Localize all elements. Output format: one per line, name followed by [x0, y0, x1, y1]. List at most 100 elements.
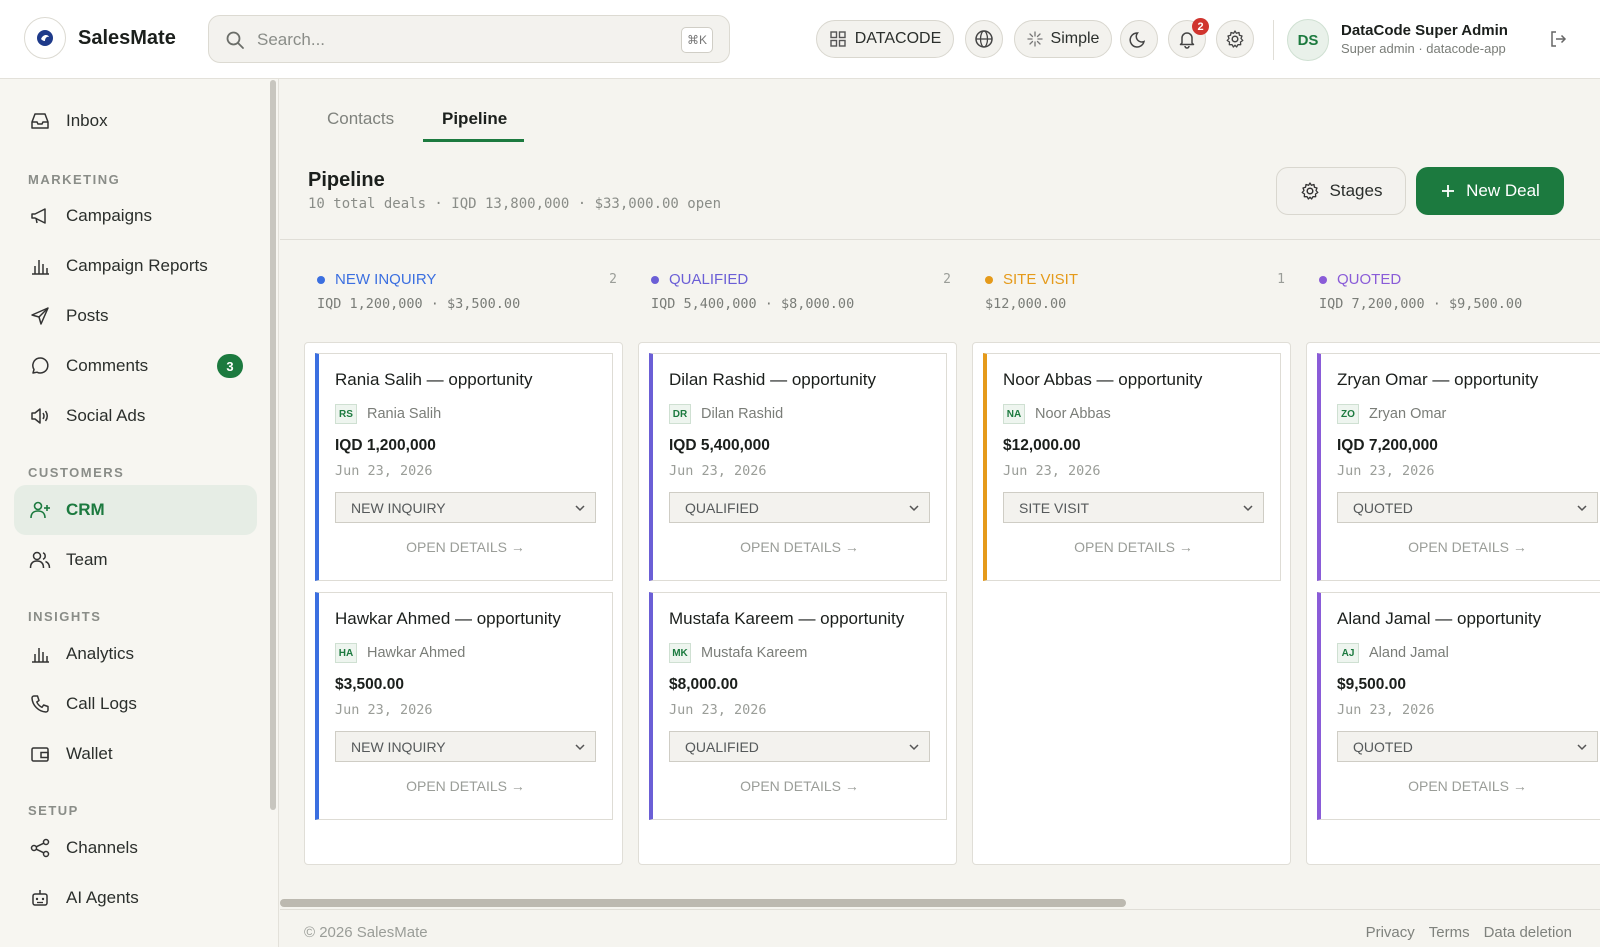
deal-date: Jun 23, 2026: [1337, 702, 1435, 718]
sidebar-item-comments[interactable]: Comments 3: [14, 341, 257, 391]
open-details-link[interactable]: OPEN DETAILS →: [319, 539, 612, 555]
open-details-link[interactable]: OPEN DETAILS →: [1321, 539, 1600, 555]
sidebar-item-label: Team: [66, 550, 108, 569]
copyright-text: © 2026 SalesMate: [304, 924, 428, 941]
notification-badge: 2: [1192, 18, 1209, 35]
deal-date: Jun 23, 2026: [335, 702, 433, 718]
search-placeholder[interactable]: Search...: [257, 30, 325, 50]
stage-select[interactable]: QUALIFIED: [669, 731, 930, 762]
contact-initials: NA: [1003, 404, 1025, 424]
sidebar-item-label: Comments: [66, 356, 149, 375]
stage-name: NEW INQUIRY: [317, 271, 436, 288]
stage-select[interactable]: SITE VISIT: [1003, 492, 1264, 523]
tab-pipeline[interactable]: Pipeline: [442, 109, 507, 129]
deal-amount: IQD 1,200,000: [335, 437, 436, 454]
header-divider: [280, 239, 1600, 240]
tab-contacts[interactable]: Contacts: [327, 109, 394, 129]
deal-date: Jun 23, 2026: [1003, 463, 1101, 479]
sidebar-item-team[interactable]: Team: [14, 535, 257, 585]
footer-link-privacy[interactable]: Privacy: [1366, 924, 1415, 941]
stage-column-quoted: Zryan Omar — opportunity ZO Zryan Omar I…: [1306, 342, 1600, 865]
chevron-down-icon: [1577, 744, 1587, 751]
users-icon: [28, 548, 52, 572]
contact-initials: ZO: [1337, 404, 1359, 424]
deal-title: Rania Salih — opportunity: [335, 370, 533, 389]
sidebar-item-campaign-reports[interactable]: Campaign Reports: [14, 241, 257, 291]
deal-card[interactable]: Mustafa Kareem — opportunity MK Mustafa …: [649, 592, 947, 820]
footer-divider: [280, 909, 1600, 910]
settings-button[interactable]: [1216, 20, 1254, 58]
sidebar-section-insights: INSIGHTS: [28, 609, 102, 624]
sidebar-item-campaigns[interactable]: Campaigns: [14, 191, 257, 241]
brand-logo[interactable]: [24, 17, 66, 59]
notifications-button[interactable]: 2: [1168, 18, 1209, 58]
stage-select[interactable]: QUOTED: [1337, 731, 1598, 762]
deal-title: Mustafa Kareem — opportunity: [669, 609, 905, 628]
wallet-icon: [28, 742, 52, 766]
sidebar-item-posts[interactable]: Posts: [14, 291, 257, 341]
bar-chart-icon: [28, 642, 52, 666]
stage-name: SITE VISIT: [985, 271, 1078, 288]
stage-select[interactable]: NEW INQUIRY: [335, 492, 596, 523]
chevron-down-icon: [1243, 505, 1253, 512]
sidebar-item-crm[interactable]: CRM: [14, 485, 257, 535]
stage-total: IQD 1,200,000 · $3,500.00: [317, 296, 521, 312]
megaphone-icon: [28, 204, 52, 228]
stage-select[interactable]: NEW INQUIRY: [335, 731, 596, 762]
stage-select[interactable]: QUOTED: [1337, 492, 1598, 523]
open-details-link[interactable]: OPEN DETAILS →: [319, 778, 612, 794]
stage-total: IQD 5,400,000 · $8,000.00: [651, 296, 855, 312]
language-button[interactable]: [965, 20, 1003, 58]
open-details-link[interactable]: OPEN DETAILS →: [1321, 778, 1600, 794]
gear-icon: [1226, 30, 1244, 48]
contact-name: Zryan Omar: [1369, 406, 1447, 422]
brand-name: SalesMate: [78, 27, 176, 49]
contact-initials: MK: [669, 643, 691, 663]
stages-button[interactable]: Stages: [1276, 167, 1406, 215]
new-deal-button[interactable]: New Deal: [1416, 167, 1564, 215]
deal-amount: IQD 7,200,000: [1337, 437, 1438, 454]
stage-dot: [1319, 275, 1327, 284]
stage-select[interactable]: QUALIFIED: [669, 492, 930, 523]
sidebar-item-analytics[interactable]: Analytics: [14, 629, 257, 679]
stage-column-qualified: Dilan Rashid — opportunity DR Dilan Rash…: [638, 342, 957, 865]
workspace-button[interactable]: DATACODE: [816, 20, 954, 58]
deal-card[interactable]: Noor Abbas — opportunity NA Noor Abbas $…: [983, 353, 1281, 581]
theme-toggle[interactable]: [1120, 20, 1158, 58]
sidebar-item-label: Posts: [66, 306, 109, 325]
inbox-icon: [28, 109, 52, 133]
send-icon: [28, 304, 52, 328]
sidebar-item-ai-agents[interactable]: AI Agents: [14, 873, 257, 923]
deal-amount: IQD 5,400,000: [669, 437, 770, 454]
sidebar-item-channels[interactable]: Channels: [14, 823, 257, 873]
deal-card[interactable]: Dilan Rashid — opportunity DR Dilan Rash…: [649, 353, 947, 581]
pipeline-horizontal-scrollbar[interactable]: [280, 899, 1126, 907]
sidebar-scrollbar[interactable]: [270, 80, 276, 810]
deal-card[interactable]: Hawkar Ahmed — opportunity HA Hawkar Ahm…: [315, 592, 613, 820]
page-subtitle: 10 total deals · IQD 13,800,000 · $33,00…: [308, 196, 722, 212]
open-details-link[interactable]: OPEN DETAILS →: [653, 778, 946, 794]
footer-link-data-deletion[interactable]: Data deletion: [1484, 924, 1572, 941]
deal-card[interactable]: Aland Jamal — opportunity AJ Aland Jamal…: [1317, 592, 1600, 820]
open-details-link[interactable]: OPEN DETAILS →: [987, 539, 1280, 555]
sidebar-item-label: AI Agents: [66, 888, 139, 907]
deal-card[interactable]: Zryan Omar — opportunity ZO Zryan Omar I…: [1317, 353, 1600, 581]
user-avatar[interactable]: DS: [1287, 19, 1329, 61]
stages-button-label: Stages: [1329, 181, 1383, 200]
sidebar-item-call-logs[interactable]: Call Logs: [14, 679, 257, 729]
logout-icon[interactable]: [1548, 29, 1568, 49]
stage-count: 1: [1277, 272, 1285, 287]
footer-link-terms[interactable]: Terms: [1429, 924, 1470, 941]
sidebar-item-label: Campaign Reports: [66, 256, 208, 275]
stage-column-clip: Zryan Omar — opportunity ZO Zryan Omar I…: [1306, 342, 1600, 865]
sidebar-item-social-ads[interactable]: Social Ads: [14, 391, 257, 441]
search-bar[interactable]: Search... ⌘K: [208, 15, 730, 63]
sidebar-item-inbox[interactable]: Inbox: [14, 96, 257, 146]
deal-date: Jun 23, 2026: [669, 702, 767, 718]
sidebar-item-wallet[interactable]: Wallet: [14, 729, 257, 779]
stage-dot: [317, 275, 325, 284]
deal-card[interactable]: Rania Salih — opportunity RS Rania Salih…: [315, 353, 613, 581]
open-details-link[interactable]: OPEN DETAILS →: [653, 539, 946, 555]
sidebar-item-label: Call Logs: [66, 694, 137, 713]
mode-toggle[interactable]: Simple: [1014, 20, 1112, 58]
